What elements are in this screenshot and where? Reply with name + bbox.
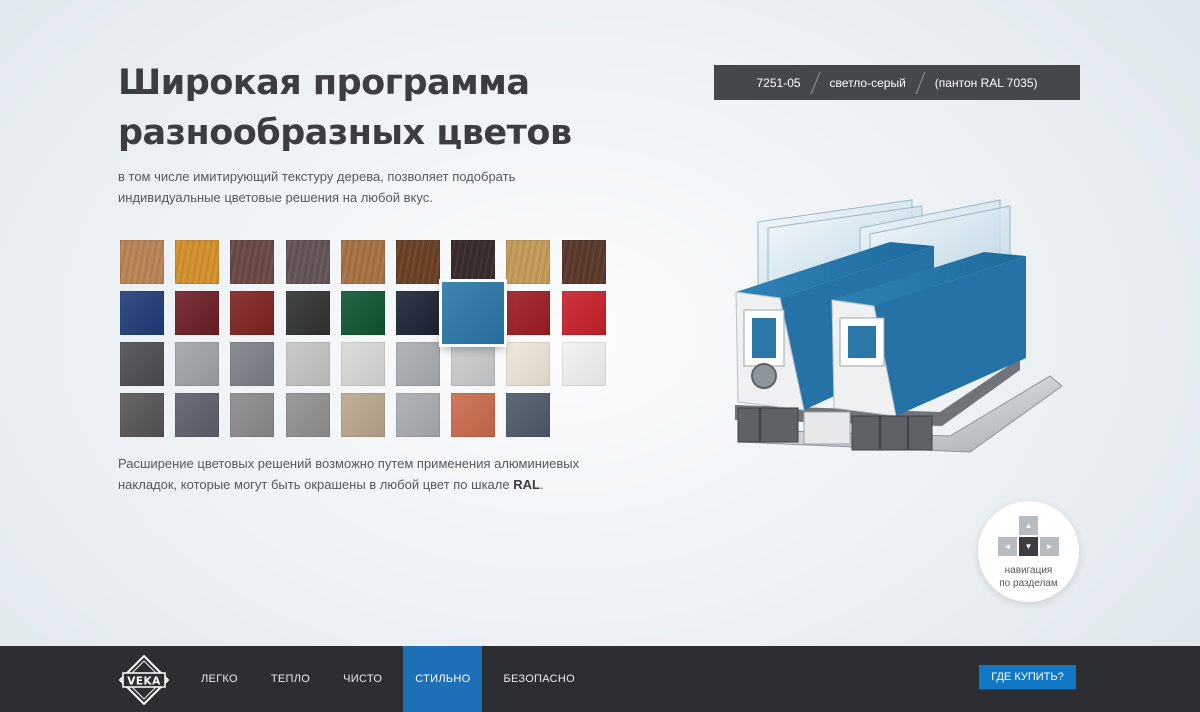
color-swatch[interactable] xyxy=(230,342,275,386)
color-swatch[interactable] xyxy=(451,240,496,284)
color-swatch[interactable] xyxy=(340,393,385,437)
frame-chamber-middle xyxy=(803,411,851,445)
color-swatch[interactable] xyxy=(561,240,606,284)
color-swatch[interactable] xyxy=(506,240,551,284)
color-swatch[interactable] xyxy=(340,240,385,284)
main-menu: ЛЕГКО ТЕПЛО ЧИСТО СТИЛЬНО БЕЗОПАСНО xyxy=(189,646,596,712)
menu-item[interactable]: ЧИСТО xyxy=(331,646,394,712)
nav-up-arrow-icon[interactable]: ▲ xyxy=(1019,516,1038,535)
color-swatch[interactable] xyxy=(120,291,164,335)
ral-footnote-text: Расширение цветовых решений возможно пут… xyxy=(118,456,580,492)
frame-chamber-left xyxy=(737,407,799,443)
color-swatch[interactable] xyxy=(451,393,496,437)
color-swatch[interactable] xyxy=(285,342,330,386)
where-to-buy-button[interactable]: ГДЕ КУПИТЬ? xyxy=(979,665,1076,689)
nav-label-line-2: по разделам xyxy=(999,578,1058,589)
color-swatch[interactable] xyxy=(285,393,330,437)
footer-bar: VEKA ЛЕГКО ТЕПЛО ЧИСТО СТИЛЬНО БЕЗОПАСНО ГДЕ… xyxy=(0,646,1200,712)
menu-item[interactable]: СТИЛЬНО xyxy=(403,646,483,712)
color-swatch[interactable] xyxy=(396,240,440,284)
selected-color-info: 7251-05 светло-серый (пантон RAL 7035) xyxy=(714,65,1080,100)
nav-right-arrow-icon[interactable]: ► xyxy=(1040,537,1059,556)
color-swatch[interactable] xyxy=(175,291,220,335)
color-swatch[interactable] xyxy=(285,240,330,284)
color-name: светло-серый xyxy=(829,75,906,90)
ral-footnote-end: . xyxy=(539,477,544,492)
color-swatch[interactable] xyxy=(175,240,220,284)
color-swatch[interactable] xyxy=(120,342,164,386)
color-swatch[interactable] xyxy=(340,342,385,386)
color-pantone: (пантон RAL 7035) xyxy=(934,75,1038,90)
sash-left-roller xyxy=(751,363,777,389)
color-swatch[interactable] xyxy=(175,342,220,386)
window-profile-image xyxy=(735,199,1063,453)
separator-slash xyxy=(915,71,926,94)
color-swatch[interactable] xyxy=(451,342,496,386)
section-navigation: ▲ ◄ ▼ ► навигация по разделам xyxy=(978,501,1079,602)
color-swatch[interactable] xyxy=(396,291,440,335)
color-swatch[interactable] xyxy=(506,291,551,335)
color-swatch[interactable] xyxy=(230,240,275,284)
color-swatch-grid xyxy=(120,240,610,440)
color-swatch[interactable] xyxy=(120,393,164,437)
color-swatch[interactable] xyxy=(285,291,330,335)
logo-text: VEKA xyxy=(127,676,161,688)
color-swatch[interactable] xyxy=(396,342,440,386)
menu-item[interactable]: ЛЕГКО xyxy=(189,646,250,712)
veka-logo[interactable]: VEKA xyxy=(119,655,169,705)
color-code: 7251-05 xyxy=(756,75,801,90)
page-title: Широкая программа разнообразных цветов xyxy=(118,58,572,158)
color-swatch[interactable] xyxy=(561,342,606,386)
color-swatch[interactable] xyxy=(120,240,164,284)
nav-left-arrow-icon[interactable]: ◄ xyxy=(998,537,1017,556)
ral-footnote-bold: RAL xyxy=(513,477,540,492)
sash-left-reinforcement xyxy=(752,318,776,358)
separator-slash xyxy=(810,71,820,94)
color-swatch[interactable] xyxy=(561,291,606,335)
page-title-line-2: разнообразных цветов xyxy=(118,113,572,153)
color-swatch[interactable] xyxy=(506,342,551,386)
page-title-line-1: Широкая программа xyxy=(118,63,530,103)
menu-item[interactable]: БЕЗОПАСНО xyxy=(491,646,587,712)
nav-label: навигация по разделам xyxy=(978,564,1079,590)
color-swatch[interactable] xyxy=(175,393,220,437)
menu-item[interactable]: ТЕПЛО xyxy=(259,646,322,712)
page-subtitle: в том числе имитирующий текстуру дерева,… xyxy=(118,169,516,205)
color-swatch[interactable] xyxy=(230,291,275,335)
color-swatch[interactable] xyxy=(506,393,551,437)
color-swatch-selected[interactable] xyxy=(442,282,505,344)
color-swatch[interactable] xyxy=(340,291,385,335)
sash-right-reinforcement xyxy=(848,326,876,358)
frame-chamber-right xyxy=(851,415,933,451)
color-swatch[interactable] xyxy=(396,393,440,437)
nav-down-arrow-icon[interactable]: ▼ xyxy=(1019,537,1038,556)
ral-footnote: Расширение цветовых решений возможно пут… xyxy=(118,453,588,495)
color-swatch[interactable] xyxy=(230,393,275,437)
nav-label-line-1: навигация xyxy=(1004,565,1053,576)
